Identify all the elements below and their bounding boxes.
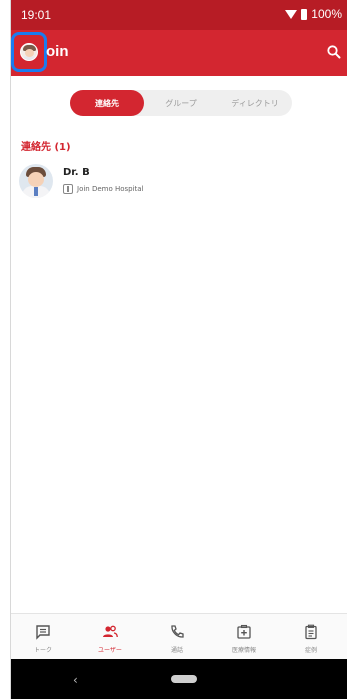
nav-item-talk[interactable]: トーク: [13, 614, 73, 660]
status-bar: 19:01 100%: [11, 0, 347, 30]
system-navigation-bar: ‹: [11, 659, 347, 699]
nav-label-calls: 通話: [170, 647, 183, 654]
battery-level: 100%: [311, 7, 342, 21]
hospital-icon: [63, 184, 73, 194]
device-edge: [0, 0, 10, 699]
contact-avatar: [19, 164, 53, 198]
tab-contacts[interactable]: 連絡先: [70, 90, 144, 116]
tab-directory[interactable]: ディレクトリ: [218, 90, 292, 116]
nav-item-cases[interactable]: 症例: [281, 614, 341, 660]
nav-label-users: ユーザー: [98, 647, 122, 654]
profile-avatar-icon: [20, 43, 38, 61]
medical-icon: [237, 624, 251, 639]
status-indicators: 100%: [285, 7, 342, 21]
device: 19:01 100% oin 連絡先 グループ ディレクトリ 連絡先 (1) D…: [0, 0, 347, 699]
user-tabs: 連絡先 グループ ディレクトリ: [70, 90, 292, 116]
profile-avatar-button[interactable]: [11, 32, 47, 72]
bottom-navigation: トーク ユーザー 通話 医療情報 症例: [11, 613, 347, 659]
phone-icon: [171, 625, 184, 638]
contact-name: Dr. B: [63, 167, 90, 178]
wifi-icon: [285, 9, 298, 19]
nav-item-users[interactable]: ユーザー: [80, 614, 140, 660]
clipboard-icon: [305, 624, 317, 640]
contact-row[interactable]: Dr. B Join Demo Hospital: [19, 164, 339, 206]
nav-label-talk: トーク: [33, 647, 52, 654]
nav-item-calls[interactable]: 通話: [147, 614, 207, 660]
contact-organization: Join Demo Hospital: [77, 185, 144, 193]
nav-label-medical-info: 医療情報: [231, 647, 256, 654]
contacts-section-title: 連絡先 (1): [21, 142, 71, 153]
search-icon[interactable]: [326, 44, 342, 60]
app-title: oin: [46, 43, 69, 60]
status-time: 19:01: [21, 8, 52, 22]
users-icon: [103, 625, 118, 638]
battery-icon: [301, 8, 308, 20]
app-bar: oin: [11, 30, 347, 76]
app-screen: 19:01 100% oin 連絡先 グループ ディレクトリ 連絡先 (1) D…: [10, 0, 347, 699]
nav-item-medical-info[interactable]: 医療情報: [214, 614, 274, 660]
nav-label-cases: 症例: [304, 647, 317, 654]
back-icon[interactable]: ‹: [73, 673, 78, 687]
home-pill-button[interactable]: [171, 675, 197, 683]
tab-groups[interactable]: グループ: [144, 90, 218, 116]
chat-icon: [36, 625, 50, 640]
